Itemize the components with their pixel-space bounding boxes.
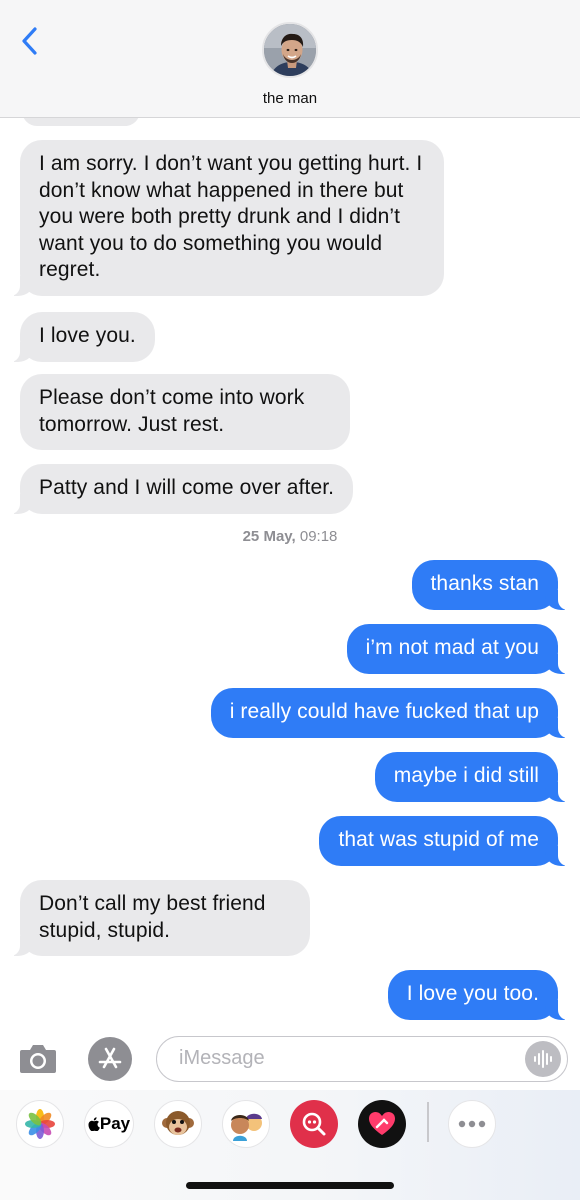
avatar-photo [264,24,316,76]
message-text: that was stupid of me [338,828,539,851]
home-indicator[interactable] [186,1182,394,1189]
animoji-icon [162,1111,194,1135]
drawer-divider [427,1102,429,1142]
contact-name[interactable]: the man [0,90,580,107]
message-bubble-partial [22,118,140,126]
message-text: Patty and I will come over after. [39,476,335,499]
contact-avatar[interactable] [262,22,318,78]
app-store-icon [98,1047,122,1069]
digital-touch-button[interactable] [358,1100,406,1148]
message-text: Please don’t come into work tomorrow. Ju… [39,386,305,436]
message-text: Don’t call my best friend stupid, stupid… [39,892,266,942]
message-thread[interactable]: I am sorry. I don’t want you getting hur… [0,118,580,1028]
audio-message-button[interactable] [525,1041,561,1077]
message-bubble-incoming[interactable]: Please don’t come into work tomorrow. Ju… [20,374,350,450]
chevron-left-icon [22,27,37,55]
animoji-button[interactable] [154,1100,202,1148]
message-text: i really could have fucked that up [229,700,539,723]
apple-pay-button[interactable]: Pay [84,1100,134,1148]
message-text: I love you. [39,324,136,347]
message-bubble-incoming[interactable]: I love you. [10,312,155,362]
message-bubble-outgoing[interactable]: i really could have fucked that up [210,688,569,738]
message-bubble-outgoing[interactable]: thanks stan [411,560,568,610]
photos-icon [25,1109,55,1139]
apple-pay-label: Pay [99,1114,131,1133]
back-button[interactable] [14,24,44,58]
message-text: i’m not mad at you [365,636,539,659]
images-search-button[interactable] [290,1100,338,1148]
message-bubble-incoming[interactable]: I am sorry. I don’t want you getting hur… [10,140,444,296]
message-timestamp: 25 May, 09:18 [0,528,580,545]
message-text: I love you too. [406,982,539,1005]
more-icon [458,1120,486,1128]
message-text: maybe i did still [393,764,539,787]
message-text: I am sorry. I don’t want you getting hur… [39,152,423,281]
message-text: thanks stan [430,572,539,595]
conversation-header: the man [0,0,580,118]
memoji-icon [231,1113,262,1141]
camera-icon [20,1045,56,1073]
compose-bar [0,1028,580,1090]
app-store-button[interactable] [88,1037,132,1081]
timestamp-time: 09:18 [299,528,338,545]
images-search-icon [302,1112,326,1136]
message-bubble-outgoing[interactable]: i’m not mad at you [346,624,569,674]
camera-button[interactable] [18,1040,58,1076]
memoji-button[interactable] [222,1100,270,1148]
more-apps-button[interactable] [448,1100,496,1148]
message-bubble-incoming[interactable]: Don’t call my best friend stupid, stupid… [10,880,310,956]
apple-logo-icon [88,1117,100,1131]
timestamp-date: 25 May, [242,528,296,545]
waveform-icon [534,1050,552,1068]
message-input[interactable] [179,1037,509,1079]
message-bubble-outgoing[interactable]: maybe i did still [374,752,569,802]
message-bubble-outgoing[interactable]: that was stupid of me [319,816,568,866]
digital-touch-icon [369,1112,395,1135]
message-bubble-incoming[interactable]: Patty and I will come over after. [9,464,354,514]
photos-app-button[interactable] [16,1100,64,1148]
message-bubble-outgoing[interactable]: I love you too. [387,970,569,1020]
message-field[interactable] [156,1036,568,1082]
